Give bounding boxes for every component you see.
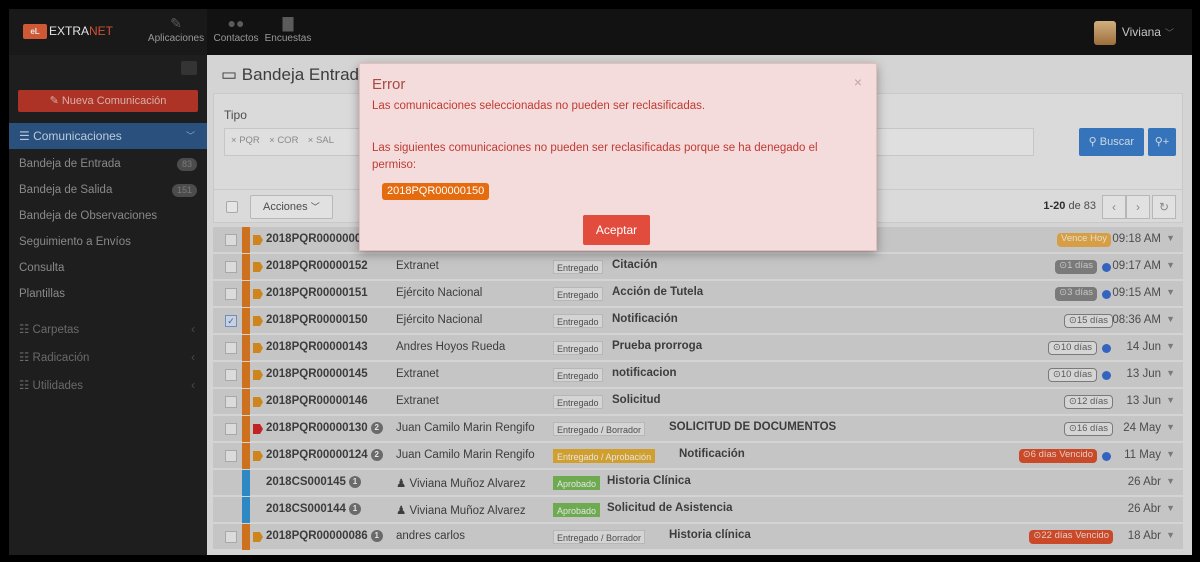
denied-item-badge: 2018PQR00000150: [382, 183, 490, 200]
close-icon[interactable]: ×: [854, 74, 862, 90]
dialog-message: Las comunicaciones seleccionadas no pued…: [372, 100, 706, 112]
error-dialog: Error × Las comunicaciones seleccionadas…: [359, 63, 877, 251]
app-window: eL EXTRANET ✎ Aplicaciones ●● Contactos …: [9, 9, 1192, 555]
dialog-title: Error: [372, 76, 406, 93]
accept-button[interactable]: Aceptar: [583, 215, 650, 245]
dialog-detail: Las siguientes comunicaciones no pueden …: [372, 142, 818, 171]
